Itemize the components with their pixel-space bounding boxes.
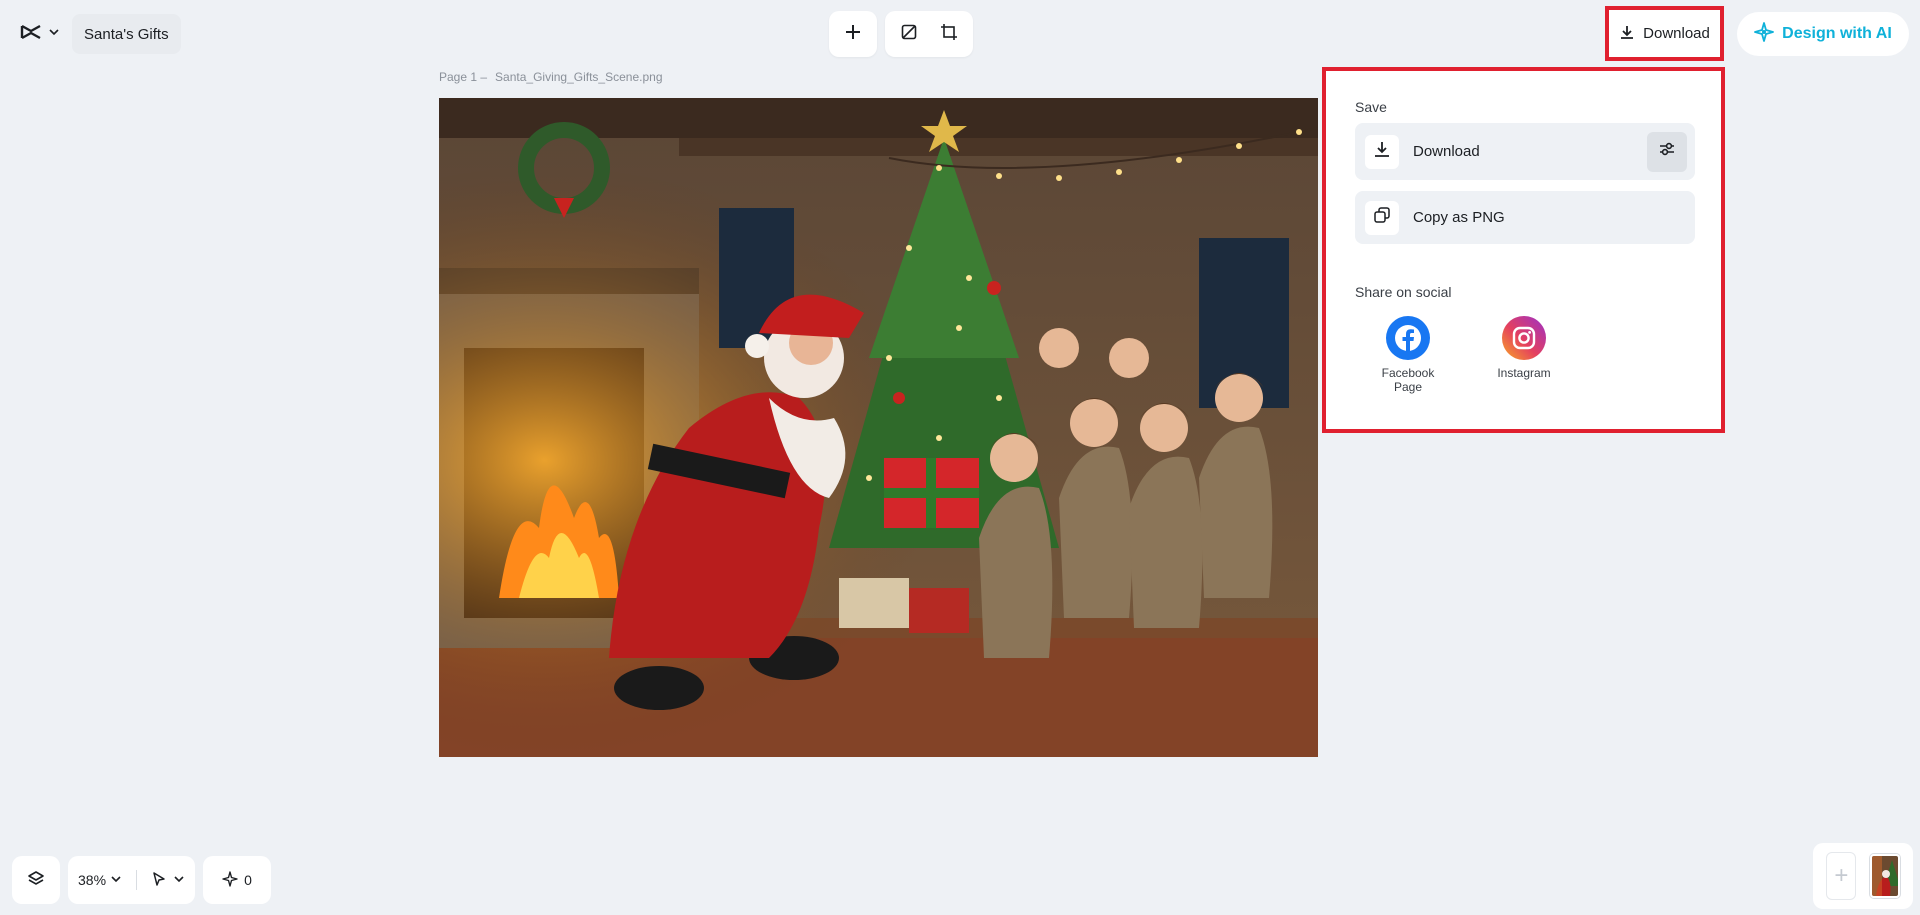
ai-credits-button[interactable]: 0: [203, 856, 272, 904]
layers-button[interactable]: [12, 856, 60, 904]
settings-sliders-icon: [1658, 140, 1676, 163]
save-section-title: Save: [1355, 99, 1387, 115]
app-menu-button[interactable]: [12, 14, 68, 54]
add-element-button[interactable]: [835, 16, 871, 52]
download-icon: [1619, 24, 1635, 44]
add-page-button[interactable]: +: [1826, 852, 1857, 900]
download-icon: [1373, 140, 1391, 163]
canvas-toolbar: [829, 11, 973, 57]
layers-icon: [27, 870, 45, 891]
design-ai-label: Design with AI: [1782, 25, 1892, 42]
instagram-label: Instagram: [1497, 366, 1550, 380]
ai-credit-count: 0: [244, 872, 252, 888]
page-label: Page 1 – Santa_Giving_Gifts_Scene.png: [439, 70, 663, 84]
resize-icon: [900, 23, 918, 46]
facebook-label-line2: Page: [1393, 380, 1422, 394]
share-instagram[interactable]: Instagram: [1474, 316, 1574, 380]
download-button[interactable]: Download: [1605, 6, 1724, 61]
plus-icon: [844, 23, 862, 46]
facebook-label: Facebook Page: [1382, 366, 1435, 394]
santa-scene-illustration: [439, 98, 1318, 757]
download-button-label: Download: [1643, 25, 1710, 42]
share-facebook-page[interactable]: Facebook Page: [1358, 316, 1458, 394]
page-thumbnail-image: [1871, 856, 1898, 896]
chevron-down-icon: [173, 872, 185, 888]
capcut-logo-icon: [20, 23, 42, 46]
top-left-bar: Santa's Gifts: [12, 14, 181, 54]
edit-tool-card: [885, 11, 973, 57]
page-strip: +: [1813, 843, 1913, 909]
download-settings-button[interactable]: [1647, 131, 1687, 172]
zoom-value: 38%: [78, 872, 107, 888]
bottom-left-controls: 38% 0: [12, 856, 272, 904]
zoom-dropdown[interactable]: 38%: [78, 872, 122, 888]
crop-button[interactable]: [931, 16, 967, 52]
copy-as-png-option[interactable]: Copy as PNG: [1355, 191, 1695, 244]
facebook-icon: [1386, 316, 1430, 360]
copy-icon: [1373, 206, 1391, 229]
design-with-ai-button[interactable]: Design with AI: [1737, 12, 1909, 56]
instagram-icon: [1502, 316, 1546, 360]
download-panel: Save Download Copy as PNG Share on socia…: [1322, 67, 1725, 433]
pointer-icon: [151, 871, 167, 890]
add-tool-card: [829, 11, 877, 57]
share-section-title: Share on social: [1355, 284, 1452, 300]
sparkle-icon: [222, 870, 238, 890]
file-name: Santa_Giving_Gifts_Scene.png: [495, 70, 663, 84]
page-number: Page 1 –: [439, 70, 488, 84]
chevron-down-icon: [48, 25, 60, 43]
divider: [136, 870, 138, 890]
canvas-image[interactable]: [439, 98, 1318, 757]
download-option-icon-wrap: [1365, 134, 1399, 169]
page-thumbnail[interactable]: [1869, 854, 1900, 898]
design-ai-icon: [1754, 21, 1775, 47]
download-option[interactable]: Download: [1355, 123, 1695, 180]
crop-icon: [940, 23, 958, 46]
plus-icon: +: [1834, 862, 1849, 889]
resize-button[interactable]: [891, 16, 927, 52]
pointer-tool-dropdown[interactable]: [151, 871, 185, 890]
project-title[interactable]: Santa's Gifts: [72, 14, 181, 54]
instagram-label-line1: Instagram: [1497, 366, 1551, 380]
copy-as-png-label: Copy as PNG: [1413, 209, 1505, 226]
zoom-pointer-card: 38%: [68, 856, 196, 904]
facebook-label-line1: Facebook: [1381, 366, 1435, 380]
download-option-label: Download: [1413, 143, 1480, 160]
copy-option-icon-wrap: [1365, 200, 1399, 235]
chevron-down-icon: [110, 872, 122, 888]
